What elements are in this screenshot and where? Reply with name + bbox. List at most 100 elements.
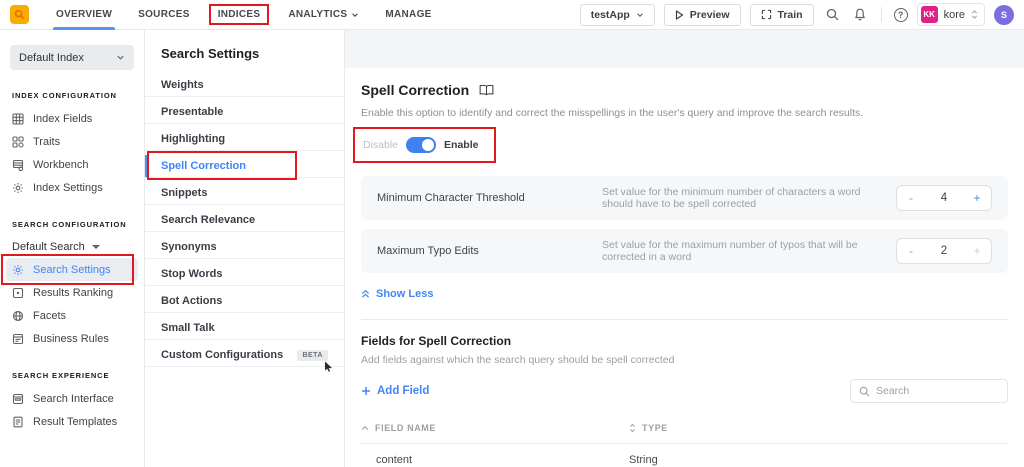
magnifier-logo-icon	[14, 9, 25, 20]
field-name-cell: content	[376, 454, 413, 466]
settings-item-small-talk[interactable]: Small Talk	[145, 317, 344, 340]
settings-item-snippets[interactable]: Snippets	[145, 182, 344, 205]
column-header-field-name[interactable]: FIELD NAME	[361, 423, 629, 433]
add-field-label: Add Field	[377, 385, 430, 397]
add-field-button[interactable]: Add Field	[361, 385, 429, 397]
help-icon[interactable]: ?	[893, 7, 908, 22]
settings-item-highlighting[interactable]: Highlighting	[145, 128, 344, 151]
database-icon	[12, 159, 24, 171]
settings-item-label: Spell Correction	[161, 160, 246, 172]
settings-item-label: Small Talk	[161, 322, 215, 334]
card-dot-icon	[12, 287, 24, 299]
gear-icon	[12, 264, 24, 276]
column-header-type[interactable]: TYPE	[629, 423, 1008, 433]
stepper-value[interactable]: 4	[925, 192, 963, 204]
column-header-label: TYPE	[642, 423, 668, 433]
sidebar-item-label: Index Settings	[33, 181, 103, 194]
beta-badge: BETA	[297, 349, 332, 372]
account-name: kore	[943, 8, 965, 21]
settings-item-label: Presentable	[161, 106, 224, 118]
setting-label: Maximum Typo Edits	[377, 245, 479, 257]
app-logo[interactable]	[10, 5, 29, 24]
toggle-knob	[422, 139, 435, 151]
settings-item-synonyms[interactable]: Synonyms	[145, 236, 344, 259]
sidebar-item-label: Search Interface	[33, 392, 114, 405]
sidebar-item-label: Business Rules	[33, 332, 109, 345]
search-icon[interactable]	[823, 5, 842, 24]
table-header: FIELD NAME TYPE	[361, 418, 1008, 444]
nav-indices[interactable]: INDICES	[208, 4, 270, 25]
settings-item-search-relevance[interactable]: Search Relevance	[145, 209, 344, 232]
section-title-index-configuration: INDEX CONFIGURATION	[12, 91, 117, 100]
show-less-link[interactable]: Show Less	[361, 288, 433, 300]
train-button[interactable]: Train	[749, 3, 814, 26]
account-switcher[interactable]: KK kore	[916, 3, 985, 26]
retrain-icon	[761, 9, 772, 20]
caret-down-icon	[91, 245, 100, 249]
top-bar: OVERVIEW SOURCES INDICES ANALYTICS MANAG…	[0, 0, 1024, 30]
setting-description: Set value for the maximum number of typo…	[602, 239, 858, 263]
user-avatar[interactable]: S	[994, 4, 1014, 25]
decrement-button[interactable]: -	[897, 191, 925, 205]
window-list-icon	[12, 333, 24, 345]
sidebar-item-index-settings[interactable]: Index Settings	[0, 176, 144, 199]
app-selector-dropdown[interactable]: testApp	[579, 3, 655, 26]
sort-arrows-icon	[629, 423, 636, 433]
sidebar-item-search-settings[interactable]: Search Settings	[1, 254, 138, 285]
notifications-bell-icon[interactable]	[851, 5, 869, 24]
nav-overview[interactable]: OVERVIEW	[43, 0, 125, 30]
settings-item-stop-words[interactable]: Stop Words	[145, 263, 344, 286]
toggle-enable-label: Enable	[444, 139, 479, 151]
index-selector-dropdown[interactable]: Default Index	[10, 45, 134, 70]
sidebar-item-facets[interactable]: Facets	[0, 304, 144, 327]
nav-analytics[interactable]: ANALYTICS	[275, 0, 372, 29]
fields-section-subtitle: Add fields against which the search quer…	[361, 354, 675, 366]
nav-manage-label: MANAGE	[385, 9, 432, 20]
sidebar-item-business-rules[interactable]: Business Rules	[0, 327, 144, 350]
decrement-button[interactable]: -	[897, 244, 925, 258]
sidebar-item-workbench[interactable]: Workbench	[0, 153, 144, 176]
documentation-book-icon[interactable]	[479, 84, 494, 96]
settings-item-presentable[interactable]: Presentable	[145, 101, 344, 124]
page-title: Spell Correction	[361, 82, 470, 98]
settings-item-custom-configurations[interactable]: Custom Configurations BETA	[145, 344, 344, 372]
spell-correction-toggle[interactable]	[406, 137, 437, 153]
spell-correction-content: Spell Correction Enable this option to i…	[345, 68, 1024, 467]
section-title-search-configuration: SEARCH CONFIGURATION	[12, 220, 127, 229]
increment-button[interactable]: +	[963, 244, 991, 258]
nav-sources[interactable]: SOURCES	[125, 0, 203, 29]
search-config-selector-label: Default Search	[12, 241, 85, 253]
table-row[interactable]: content String	[361, 444, 1008, 467]
increment-button[interactable]: +	[963, 191, 991, 205]
settings-item-label: Synonyms	[161, 241, 217, 253]
fields-search-input[interactable]	[876, 385, 999, 397]
search-config-selector[interactable]: Default Search	[0, 236, 144, 258]
settings-item-label: Highlighting	[161, 133, 226, 145]
mouse-cursor-icon	[324, 361, 333, 372]
fields-section-title: Fields for Spell Correction	[361, 334, 512, 348]
settings-item-label: Weights	[161, 79, 204, 91]
search-icon	[859, 386, 870, 397]
column-header-label: FIELD NAME	[375, 423, 436, 433]
index-sidebar: Default Index INDEX CONFIGURATION Index …	[0, 30, 145, 467]
settings-item-weights[interactable]: Weights	[145, 74, 344, 97]
toggle-disable-label: Disable	[363, 139, 399, 151]
search-settings-panel: Search Settings Weights Presentable High…	[145, 30, 345, 467]
stepper-value[interactable]: 2	[925, 245, 963, 257]
sidebar-item-result-templates[interactable]: Result Templates	[0, 410, 144, 433]
sidebar-item-search-interface[interactable]: Search Interface	[0, 387, 144, 410]
max-typo-edits-stepper: - 2 +	[896, 238, 992, 264]
sidebar-item-index-fields[interactable]: Index Fields	[0, 107, 144, 130]
nav-analytics-label: ANALYTICS	[288, 9, 348, 20]
preview-button[interactable]: Preview	[663, 3, 741, 26]
chevron-down-icon	[116, 53, 125, 62]
sidebar-item-results-ranking[interactable]: Results Ranking	[0, 281, 144, 304]
settings-item-spell-correction[interactable]: Spell Correction	[145, 151, 344, 180]
sidebar-item-label: Result Templates	[33, 415, 118, 428]
setting-row-min-character-threshold: Minimum Character Threshold Set value fo…	[361, 176, 1008, 220]
app-selector-label: testApp	[590, 8, 630, 21]
settings-item-bot-actions[interactable]: Bot Actions	[145, 290, 344, 313]
nav-manage[interactable]: MANAGE	[372, 0, 444, 29]
beta-badge-label: BETA	[302, 351, 323, 359]
sidebar-item-traits[interactable]: Traits	[0, 130, 144, 153]
